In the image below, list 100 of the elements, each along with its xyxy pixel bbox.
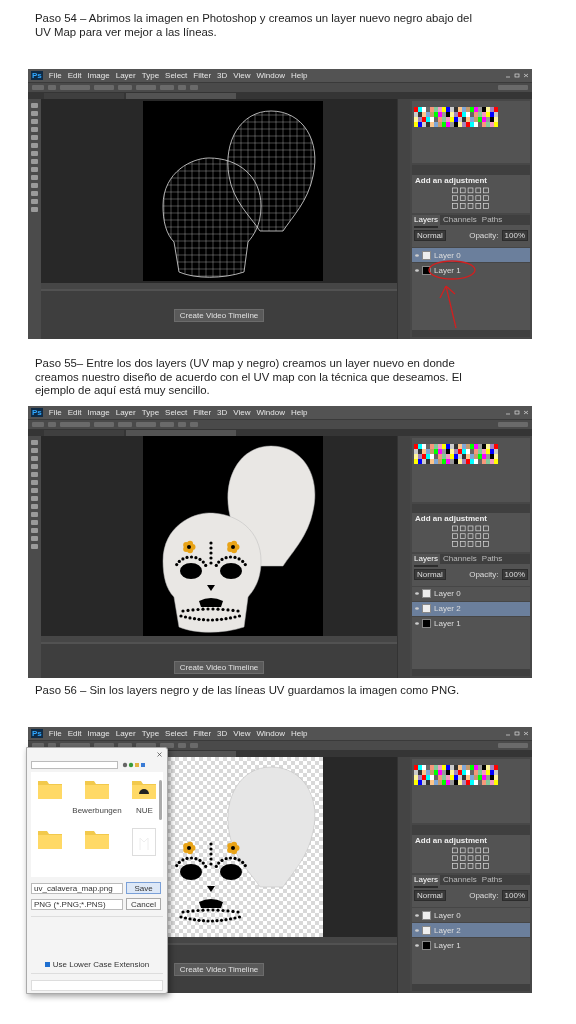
panel-tab[interactable]: Paths <box>479 875 505 885</box>
layer-name: Layer 2 <box>434 925 461 935</box>
menu-item[interactable]: Help <box>291 71 308 80</box>
layer-name: Layer 0 <box>434 910 461 920</box>
file-name-field[interactable]: uv_calavera_map.png <box>31 882 123 894</box>
app-logo: Ps <box>31 71 43 80</box>
menu-item[interactable]: Image <box>87 407 110 417</box>
window-controls-icon[interactable] <box>505 73 529 78</box>
blend-mode-dropdown[interactable]: Normal <box>414 890 446 901</box>
menu-item[interactable]: Select <box>165 71 188 80</box>
menu-item[interactable]: View <box>233 729 251 738</box>
menu-item[interactable]: Filter <box>193 729 212 738</box>
close-icon[interactable] <box>157 752 162 758</box>
step-paragraph: Paso 54 – Abrimos la imagen en Photoshop y creamos un layer nuevo negro abajo del UV Map para ver mejor a las líneas. <box>35 12 473 39</box>
panel-tab[interactable]: Layers <box>412 553 440 564</box>
panel-tab[interactable]: Layers <box>412 215 440 225</box>
menu-item[interactable]: Type <box>141 71 160 80</box>
panel-tab[interactable]: Channels <box>441 553 479 564</box>
opacity-label: Opacity: <box>469 231 499 240</box>
menu-item[interactable]: Help <box>291 407 308 417</box>
layer-row[interactable]: Layer 1 <box>412 937 530 952</box>
menu-item[interactable]: Window <box>256 71 285 80</box>
menu-item[interactable]: Layer <box>115 71 136 80</box>
step-paragraph: Paso 56 – Sin los layers negro y de las líneas UV guardamos la imagen como PNG. <box>35 683 461 697</box>
eye-icon[interactable] <box>415 928 419 932</box>
app-logo: Ps <box>31 729 43 738</box>
eye-icon[interactable] <box>415 592 419 595</box>
app-logo: Ps <box>31 407 43 417</box>
create-timeline-button[interactable]: Create Video Timeline <box>173 962 265 976</box>
menu-item[interactable]: Select <box>165 729 188 738</box>
folder-name: NUE <box>135 806 153 816</box>
cancel-button[interactable]: Cancel <box>126 898 161 911</box>
menu-item[interactable]: Edit <box>67 729 82 738</box>
eye-icon[interactable] <box>415 253 419 257</box>
window-controls-icon[interactable] <box>505 409 529 415</box>
panel-heading: Add an adjustment <box>414 174 488 186</box>
menu-item[interactable]: Edit <box>67 407 82 417</box>
menu-item[interactable]: Help <box>291 729 308 738</box>
eye-icon[interactable] <box>415 622 419 625</box>
panel-tab[interactable]: Layers <box>412 875 440 885</box>
eye-icon[interactable] <box>415 913 419 917</box>
menu-item[interactable]: Select <box>165 407 188 417</box>
checkbox-label: Use Lower Case Extension <box>52 959 150 969</box>
create-timeline-button[interactable]: Create Video Timeline <box>173 308 265 322</box>
path-field[interactable] <box>31 761 118 770</box>
save-button[interactable]: Save <box>126 882 161 895</box>
menu-item[interactable]: 3D <box>217 407 228 417</box>
menu-item[interactable]: 3D <box>217 729 228 738</box>
adjustment-icons-drawing[interactable] <box>451 846 491 872</box>
opacity-field[interactable]: 100% <box>501 890 528 901</box>
opacity-label: Opacity: <box>469 891 499 900</box>
layer-row[interactable]: Layer 1 <box>412 615 530 631</box>
adjustment-icons-drawing[interactable] <box>451 186 491 212</box>
menu-item[interactable]: Image <box>87 729 110 738</box>
menu-item[interactable]: Image <box>87 71 110 80</box>
menu-item[interactable]: Window <box>256 407 285 417</box>
panel-tab[interactable]: Channels <box>441 875 479 885</box>
menu-item[interactable]: Filter <box>193 71 212 80</box>
opacity-field[interactable]: 100% <box>501 230 528 241</box>
opacity-field[interactable]: 100% <box>501 568 528 580</box>
toolbar-icons-drawing[interactable] <box>122 762 146 769</box>
menu-item[interactable]: Filter <box>193 407 212 417</box>
layer-row[interactable]: Layer 1 <box>412 262 530 277</box>
step-paragraph: Paso 55– Entre los dos layers (UV map y negro) creamos un layer nuevo en donde creamos nuestro diseño de acuerdo con el UV map con la técnica que deseamos. El ejemplo de aquí está muy sencillo. <box>35 357 463 398</box>
folder-name: Bewerbungen <box>72 806 122 816</box>
menu-item[interactable]: File <box>48 71 62 80</box>
blend-mode-dropdown[interactable]: Normal <box>414 568 446 580</box>
menu-item[interactable]: View <box>233 71 251 80</box>
layer-name: Layer 0 <box>434 589 461 598</box>
menu-item[interactable]: Layer <box>115 729 136 738</box>
layer-row[interactable]: Layer 0 <box>412 585 530 601</box>
menu-item[interactable]: Type <box>141 407 160 417</box>
layer-name: Layer 1 <box>434 619 461 628</box>
menu-item[interactable]: 3D <box>217 71 228 80</box>
panel-heading: Add an adjustment <box>414 834 488 846</box>
menu-item[interactable]: File <box>48 729 62 738</box>
menu-item[interactable]: Type <box>141 729 160 738</box>
checkbox[interactable] <box>44 961 50 967</box>
folder-icon[interactable] <box>131 778 158 801</box>
menu-item[interactable]: Layer <box>115 407 136 417</box>
menu-item[interactable]: File <box>48 407 62 417</box>
layer-name: Layer 2 <box>434 604 461 613</box>
filter-field[interactable] <box>414 564 438 567</box>
menu-item[interactable]: Window <box>256 729 285 738</box>
create-timeline-button[interactable]: Create Video Timeline <box>173 661 265 674</box>
panel-tab[interactable]: Paths <box>479 215 505 225</box>
layer-name: Layer 1 <box>434 265 461 275</box>
layer-name: Layer 1 <box>434 940 461 950</box>
window-controls-icon[interactable] <box>505 731 529 736</box>
panel-tab[interactable]: Channels <box>441 215 479 225</box>
scrollbar-thumb[interactable] <box>159 780 162 821</box>
eye-icon[interactable] <box>415 268 419 272</box>
opacity-label: Opacity: <box>469 569 499 579</box>
format-dropdown[interactable]: PNG (*.PNG;*.PNS) <box>31 898 123 910</box>
menu-item[interactable]: View <box>233 407 251 417</box>
blend-mode-dropdown[interactable]: Normal <box>414 230 446 241</box>
panel-tab[interactable]: Paths <box>479 553 505 564</box>
eye-icon[interactable] <box>415 943 419 947</box>
metadata-field[interactable] <box>31 979 163 991</box>
menu-item[interactable]: Edit <box>67 71 82 80</box>
